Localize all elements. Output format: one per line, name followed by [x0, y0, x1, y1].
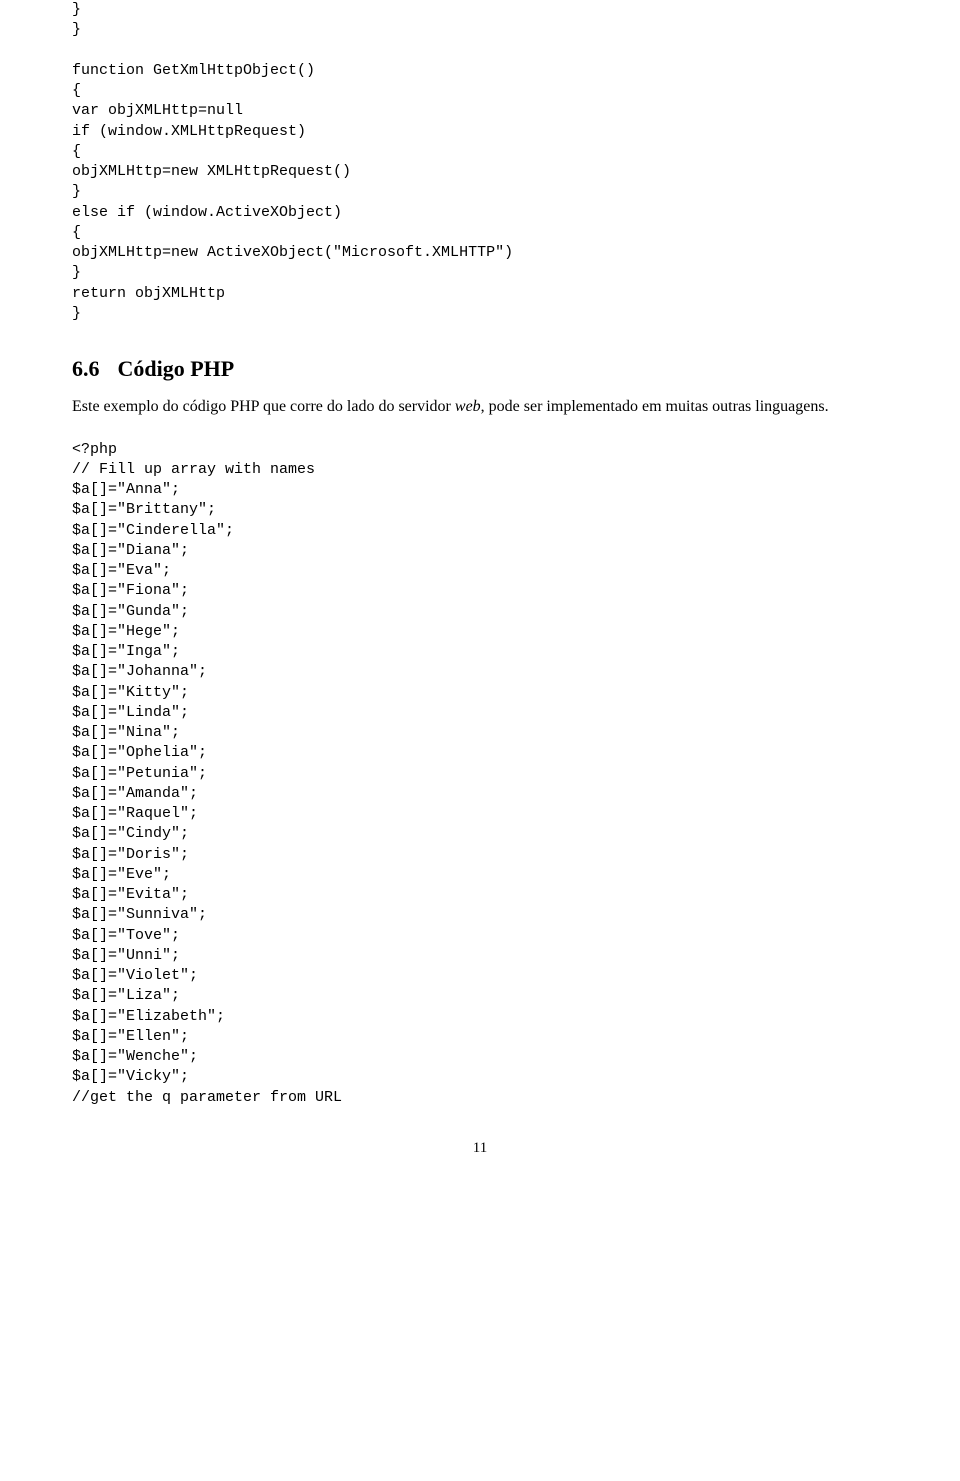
page-number: 11 [72, 1140, 888, 1157]
section-title: Código PHP [118, 356, 235, 381]
code-block-js: } } function GetXmlHttpObject() { var ob… [72, 0, 888, 324]
paragraph-text-pre: Este exemplo do código PHP que corre do … [72, 398, 455, 415]
paragraph-text-post: , pode ser implementado em muitas outras… [481, 398, 829, 415]
section-intro-paragraph: Este exemplo do código PHP que corre do … [72, 396, 888, 418]
code-block-php: <?php // Fill up array with names $a[]="… [72, 440, 888, 1108]
section-heading: 6.6 Código PHP [72, 356, 888, 382]
paragraph-text-em: web [455, 398, 481, 415]
section-number: 6.6 [72, 356, 100, 381]
